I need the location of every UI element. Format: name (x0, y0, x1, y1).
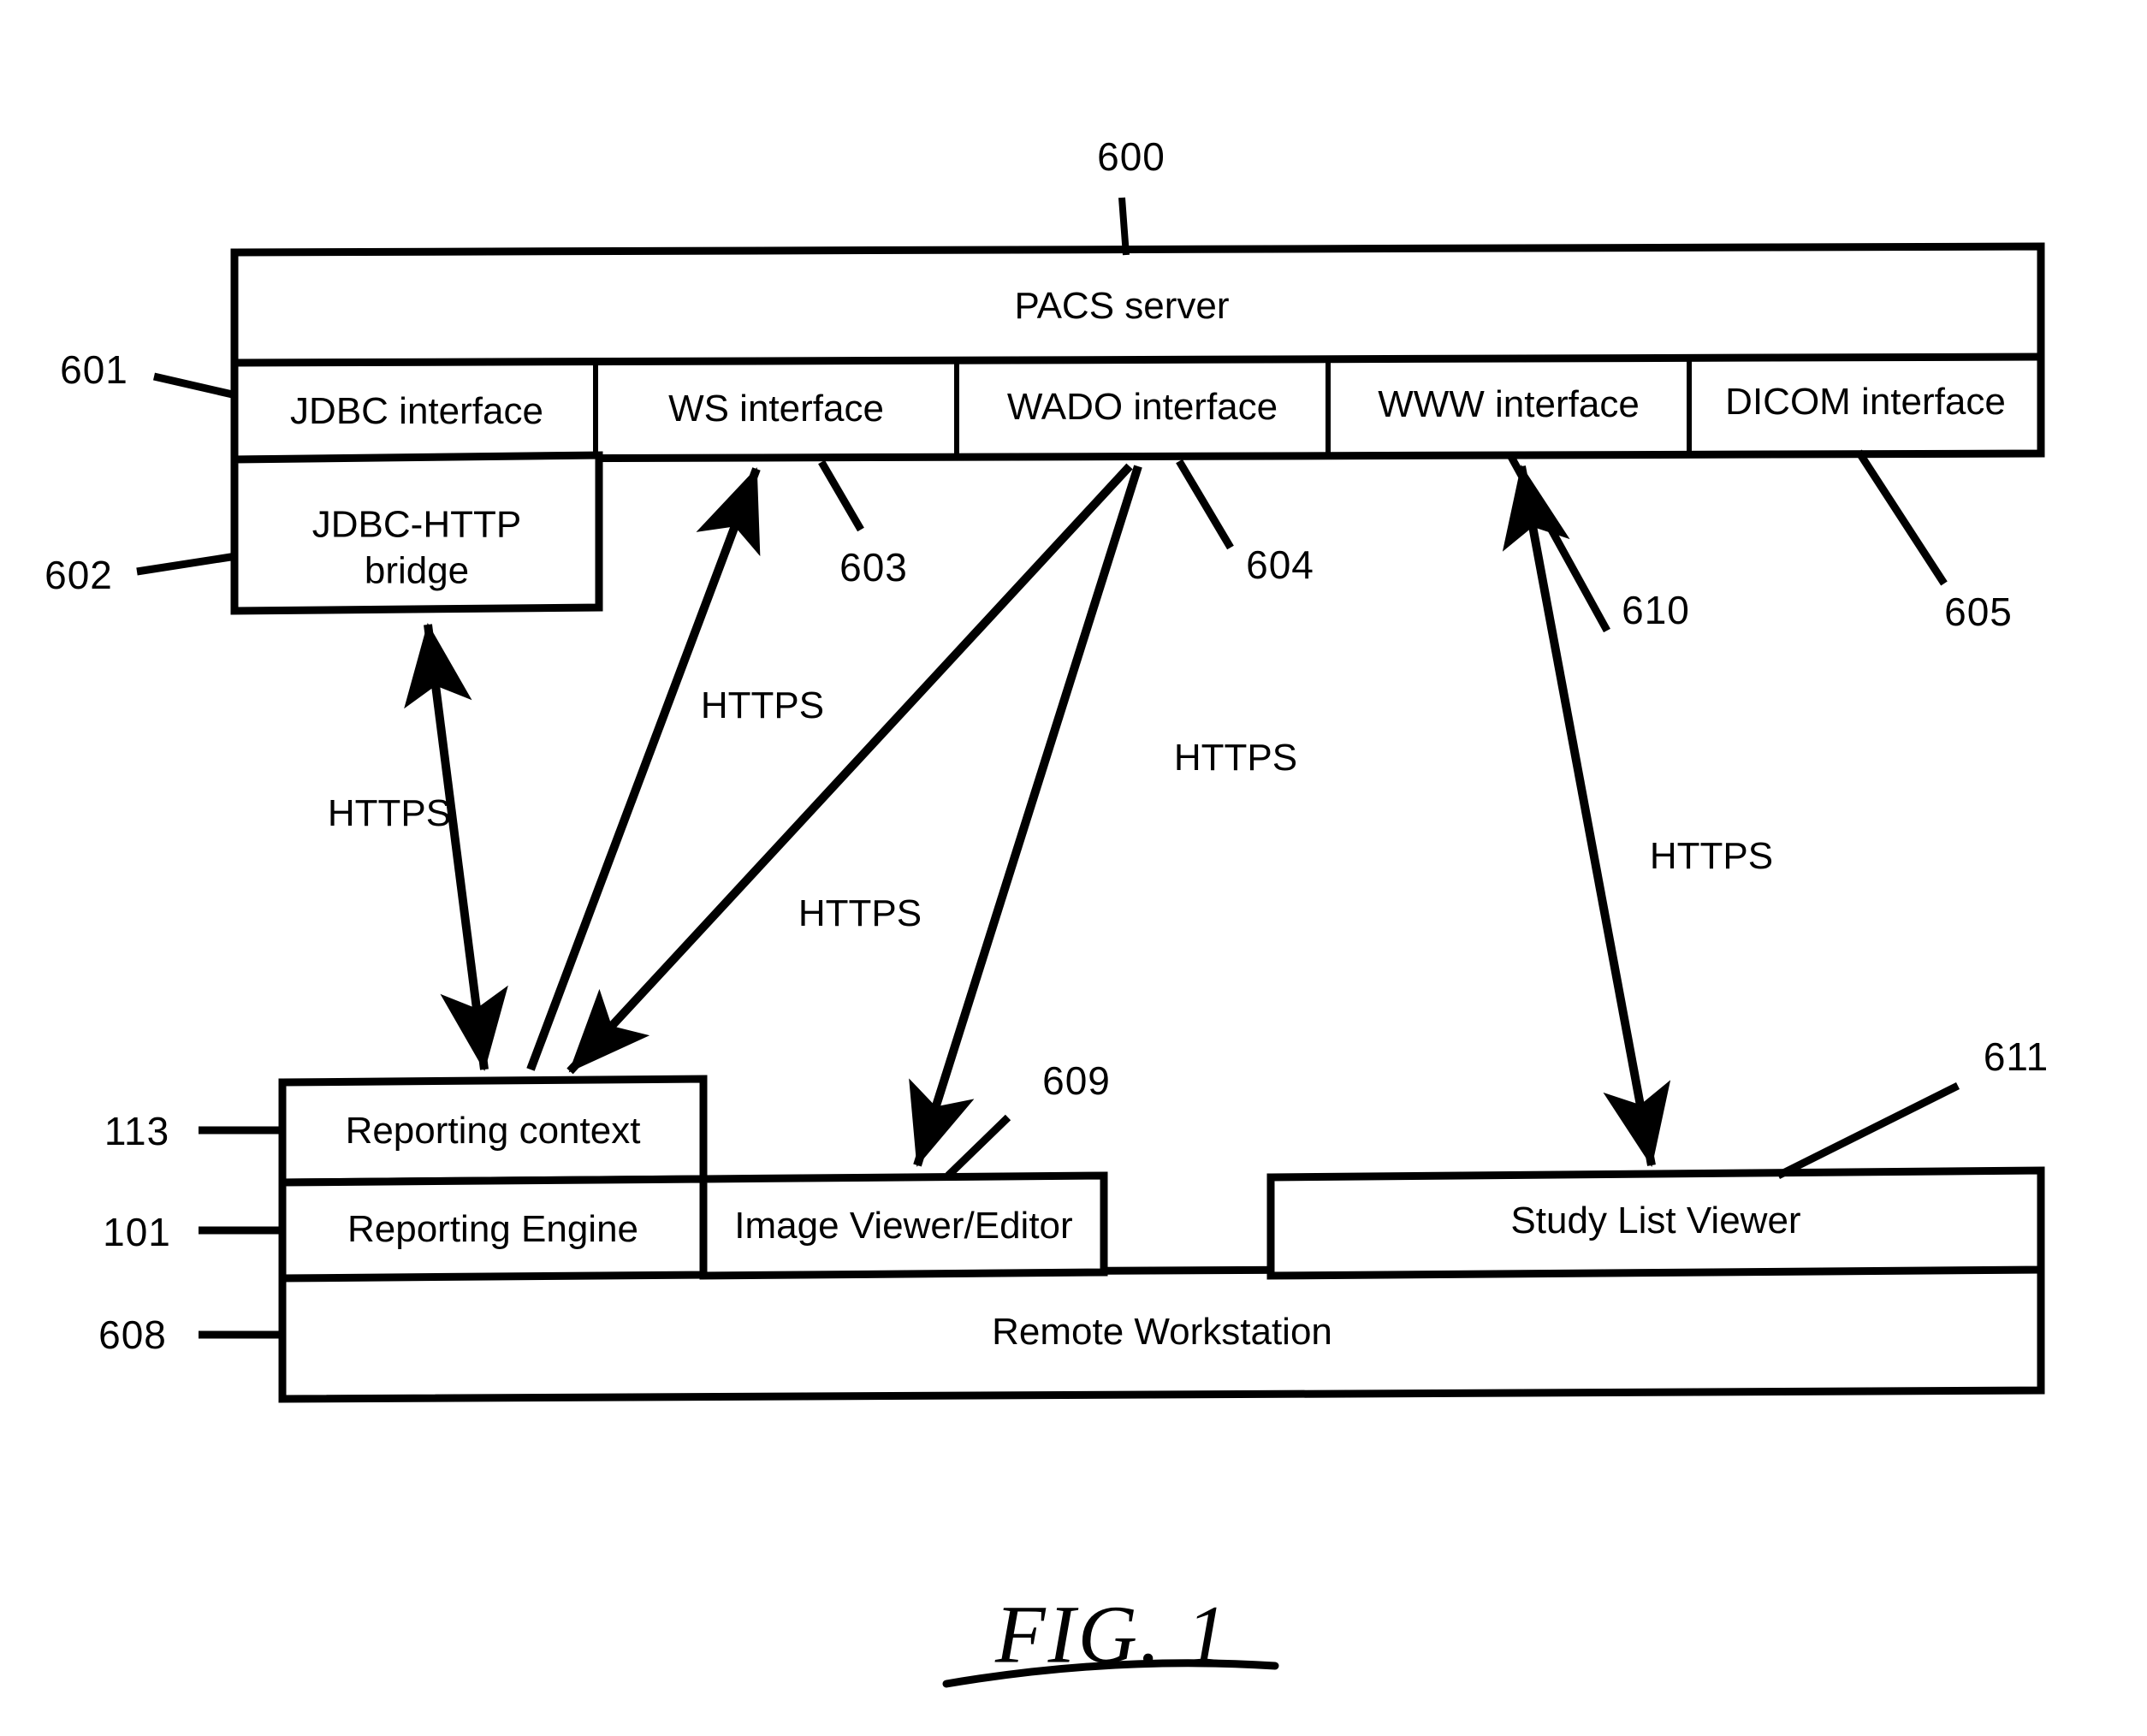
ref-numeral-608: 608 (98, 1312, 167, 1357)
ref-numeral-610: 610 (1622, 588, 1690, 632)
interface-label-wado[interactable]: WADO interface (1007, 388, 1278, 426)
pacs-server-title: PACS server (1014, 285, 1230, 327)
reporting-context-label[interactable]: Reporting context (346, 1112, 641, 1150)
ref-numeral-600: 600 (1097, 134, 1165, 179)
interface-label-www[interactable]: WWW interface (1378, 386, 1640, 424)
protocol-label-jdbc: HTTPS (327, 792, 452, 834)
leader-600 (1118, 197, 1130, 256)
interface-label-ws[interactable]: WS interface (668, 390, 884, 428)
protocol-label-ws: HTTPS (700, 684, 825, 726)
ref-numeral-113: 113 (104, 1109, 170, 1153)
interface-label-dicom[interactable]: DICOM interface (1725, 383, 2006, 421)
reporting-engine-label[interactable]: Reporting Engine (347, 1211, 638, 1248)
jdbc-http-bridge-label[interactable]: JDBC-HTTP bridge (312, 501, 521, 593)
ref-numeral-609: 609 (1042, 1058, 1111, 1103)
study-list-viewer-label[interactable]: Study List Viewer (1510, 1202, 1800, 1240)
figure-caption: FIG. 1 (995, 1588, 1230, 1680)
diagram-vector-layer (136, 197, 2045, 1688)
ref-numeral-603: 603 (839, 545, 908, 590)
ref-numeral-604: 604 (1246, 542, 1314, 587)
ref-numeral-601: 601 (60, 347, 128, 392)
protocol-label-wado-viewer: HTTPS (1173, 737, 1298, 779)
image-viewer-editor-label[interactable]: Image Viewer/Editor (734, 1207, 1072, 1245)
arrow-jdbc-bridge-reporting-context (404, 623, 508, 1071)
ref-numeral-611: 611 (1983, 1034, 2049, 1079)
ref-numeral-602: 602 (44, 553, 113, 597)
ref-numeral-101: 101 (103, 1210, 171, 1254)
ref-numeral-605: 605 (1944, 590, 2013, 634)
arrow-www-interface-study-list-viewer (1502, 465, 1671, 1167)
protocol-label-wado-context: HTTPS (798, 892, 922, 934)
protocol-label-www: HTTPS (1649, 835, 1774, 877)
remote-workstation-label: Remote Workstation (992, 1311, 1332, 1353)
interface-label-jdbc[interactable]: JDBC interface (290, 393, 543, 430)
patent-figure: PACS server JDBC interface WS interface … (0, 0, 2147, 1736)
